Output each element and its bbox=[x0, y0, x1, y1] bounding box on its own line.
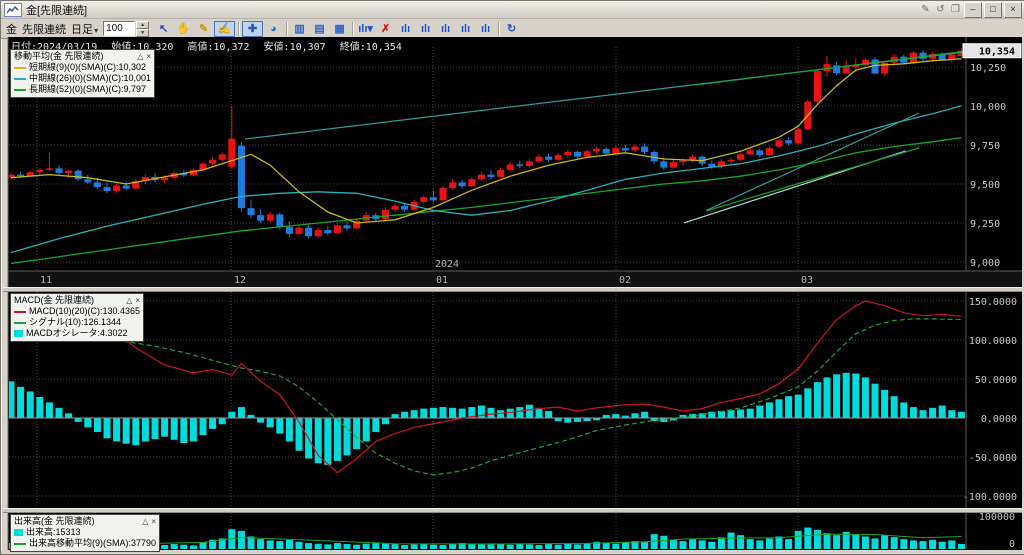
svg-text:10,000: 10,000 bbox=[970, 102, 1006, 113]
sma9-label: 短期線(9)(0)(SMA)(C):10,302 bbox=[29, 62, 147, 72]
volume-legend-title: 出来高(金 先限連続) bbox=[14, 516, 95, 526]
legend-close-icon[interactable]: × bbox=[135, 295, 140, 306]
info-low: 安値:10,307 bbox=[263, 42, 326, 53]
legend-close-icon[interactable]: × bbox=[151, 516, 156, 527]
macd-line-swatch bbox=[14, 310, 26, 313]
svg-text:9,500: 9,500 bbox=[970, 180, 1000, 191]
signal-line-label: シグナル(10):126.1344 bbox=[29, 317, 122, 327]
macd-line-label: MACD(10)(20)(C):130.4365 bbox=[29, 306, 141, 316]
svg-text:01: 01 bbox=[436, 275, 448, 286]
svg-text:0: 0 bbox=[1009, 539, 1015, 550]
volma-swatch bbox=[14, 542, 26, 545]
sma9-swatch bbox=[14, 66, 26, 69]
svg-text:10,250: 10,250 bbox=[970, 63, 1006, 74]
svg-text:0.0000: 0.0000 bbox=[981, 414, 1017, 425]
svg-text:-50.0000: -50.0000 bbox=[969, 453, 1017, 464]
sma26-label: 中期線(26)(0)(SMA)(C):10,001 bbox=[29, 73, 152, 83]
svg-text:03: 03 bbox=[801, 275, 813, 286]
sma26-swatch bbox=[14, 77, 26, 80]
svg-text:9,750: 9,750 bbox=[970, 141, 1000, 152]
macd-legend: MACD(金 先限連続) △ × MACD(10)(20)(C):130.436… bbox=[10, 293, 145, 342]
svg-text:-100.0000: -100.0000 bbox=[963, 492, 1017, 503]
svg-text:50.0000: 50.0000 bbox=[975, 375, 1017, 386]
svg-text:10,354: 10,354 bbox=[979, 47, 1015, 58]
svg-text:9,000: 9,000 bbox=[970, 258, 1000, 269]
volma-label: 出来高移動平均(9)(SMA):37790 bbox=[29, 538, 157, 548]
macd-legend-title: MACD(金 先限連続) bbox=[14, 295, 94, 305]
legend-close-icon[interactable]: × bbox=[146, 51, 151, 62]
volume-label: 出来高:15313 bbox=[26, 527, 81, 537]
legend-collapse-icon[interactable]: △ bbox=[137, 51, 143, 62]
ma-legend-title: 移動平均(金 先限連続) bbox=[14, 51, 104, 61]
svg-text:9,250: 9,250 bbox=[970, 219, 1000, 230]
legend-collapse-icon[interactable]: △ bbox=[142, 516, 148, 527]
ma-legend: 移動平均(金 先限連続) △ × 短期線(9)(0)(SMA)(C):10,30… bbox=[10, 49, 156, 98]
oscillator-swatch bbox=[14, 330, 23, 337]
svg-text:100.0000: 100.0000 bbox=[969, 336, 1017, 347]
chart-app-window: 金[先限連続] ✎ ↺ ❐ – □ × 金 先限連続 日足 ▾ 100 ▲ ▼ … bbox=[0, 0, 1024, 555]
svg-text:100000: 100000 bbox=[979, 512, 1015, 523]
svg-text:150.0000: 150.0000 bbox=[969, 297, 1017, 308]
sma52-label: 長期線(52)(0)(SMA)(C):9,797 bbox=[29, 84, 147, 94]
svg-text:11: 11 bbox=[40, 275, 52, 286]
sma52-swatch bbox=[14, 88, 26, 91]
legend-collapse-icon[interactable]: △ bbox=[126, 295, 132, 306]
info-close: 終値:10,354 bbox=[339, 42, 402, 53]
volume-swatch bbox=[14, 529, 23, 536]
info-high: 高値:10,372 bbox=[187, 42, 250, 53]
svg-text:12: 12 bbox=[234, 275, 246, 286]
signal-line-swatch bbox=[14, 321, 26, 324]
svg-text:2024: 2024 bbox=[435, 259, 459, 270]
volume-legend: 出来高(金 先限連続) △ × 出来高:15313 出来高移動平均(9)(SMA… bbox=[10, 514, 161, 552]
svg-text:02: 02 bbox=[619, 275, 631, 286]
oscillator-label: MACDオシレータ:4.3022 bbox=[26, 328, 128, 338]
